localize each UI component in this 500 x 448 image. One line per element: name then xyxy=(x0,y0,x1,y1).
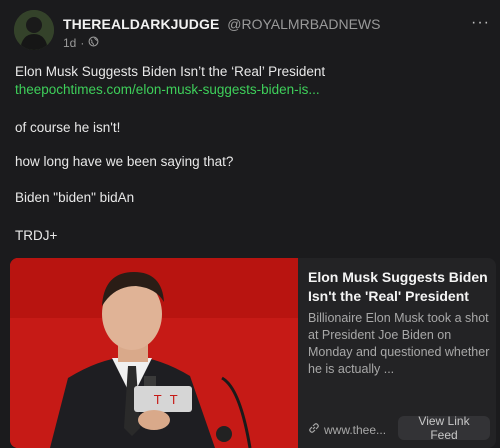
article-thumbnail[interactable]: T T xyxy=(10,258,298,448)
card-description: Billionaire Elon Musk took a shot at Pre… xyxy=(308,311,490,376)
post-paragraph: TRDJ+ xyxy=(15,228,58,243)
view-link-feed-button[interactable]: View Link Feed xyxy=(398,414,490,442)
svg-text:T: T xyxy=(153,393,162,407)
link-preview-card[interactable]: T T Elon Musk Suggests Biden Isn't the '… xyxy=(10,258,496,448)
post-paragraph: of course he isn't! xyxy=(15,120,121,135)
display-name[interactable]: THEREALDARKJUDGE xyxy=(63,16,219,32)
avatar[interactable] xyxy=(14,10,54,50)
post-paragraph: how long have we been saying that? xyxy=(15,154,234,169)
svg-text:T: T xyxy=(169,393,178,407)
post-headline: Elon Musk Suggests Biden Isn’t the ‘Real… xyxy=(15,64,326,79)
card-domain[interactable]: www.thee... xyxy=(308,422,386,437)
post-meta: 1d · xyxy=(63,36,99,50)
card-content: Elon Musk Suggests Biden Isn't the 'Real… xyxy=(308,258,490,448)
timestamp[interactable]: 1d xyxy=(63,36,76,50)
link-icon xyxy=(308,422,320,437)
post-paragraph: Biden "biden" bidAn xyxy=(15,190,135,205)
card-title[interactable]: Elon Musk Suggests Biden Isn't the 'Real… xyxy=(308,268,490,306)
post-header: THEREALDARKJUDGE @ROYALMRBADNEWS 1d · ··… xyxy=(0,0,500,56)
article-link[interactable]: theepochtimes.com/elon-musk-suggests-bid… xyxy=(15,82,320,97)
more-icon[interactable]: ··· xyxy=(471,14,490,32)
globe-icon xyxy=(88,36,99,50)
author-line: THEREALDARKJUDGE @ROYALMRBADNEWS xyxy=(63,16,380,32)
card-domain-text: www.thee... xyxy=(324,422,387,437)
user-handle[interactable]: @ROYALMRBADNEWS xyxy=(227,16,380,32)
